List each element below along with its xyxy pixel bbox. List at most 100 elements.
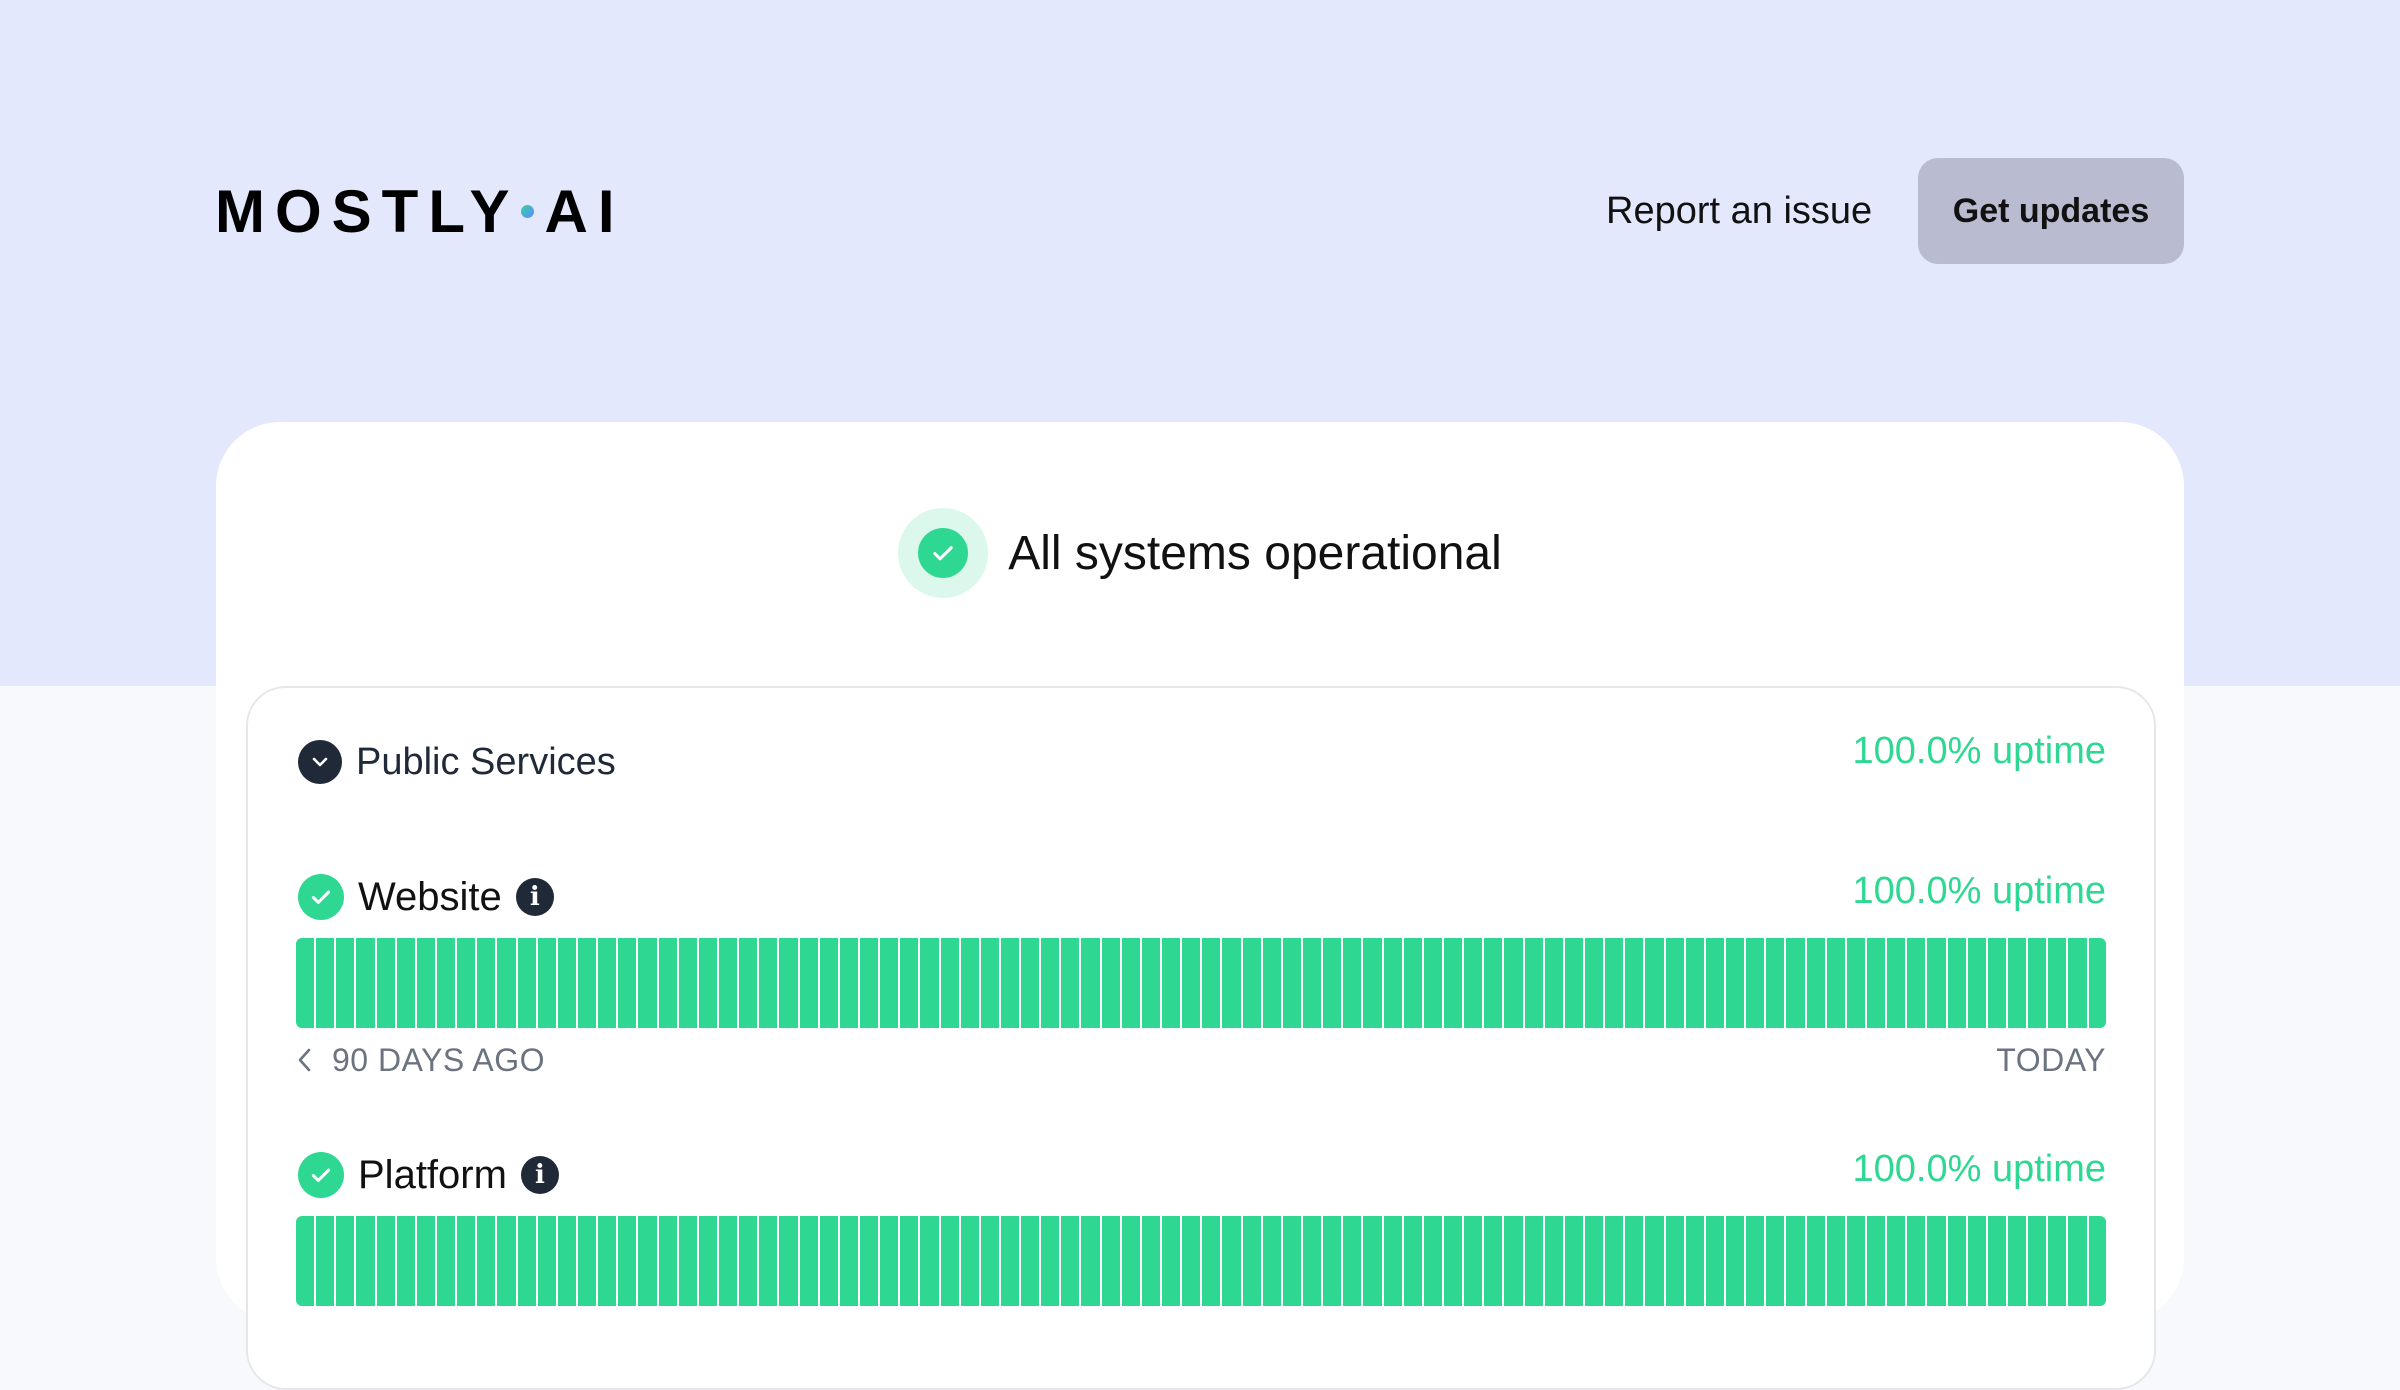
uptime-day-bar[interactable] [1403,1216,1422,1306]
uptime-day-bar[interactable] [557,938,576,1028]
chevron-down-icon[interactable] [298,740,342,784]
uptime-day-bar[interactable] [698,938,717,1028]
uptime-day-bar[interactable] [436,1216,456,1306]
uptime-day-bar[interactable] [658,1216,677,1306]
uptime-day-bar[interactable] [497,1216,516,1306]
uptime-day-bar[interactable] [557,1216,576,1306]
uptime-day-bar[interactable] [1464,938,1483,1028]
uptime-day-bar[interactable] [416,1216,435,1306]
uptime-day-bar[interactable] [2068,938,2087,1028]
uptime-day-bar[interactable] [1665,938,1684,1028]
info-icon[interactable]: i [520,1156,559,1194]
uptime-day-bar[interactable] [779,938,798,1028]
uptime-day-bar[interactable] [658,938,677,1028]
uptime-day-bar[interactable] [537,1216,556,1306]
uptime-day-bar[interactable] [477,1216,496,1306]
report-issue-link[interactable]: Report an issue [1606,186,1872,236]
group-toggle[interactable]: Public Services [298,738,616,786]
uptime-day-bar[interactable] [1927,1216,1946,1306]
uptime-day-bar[interactable] [1786,1216,1805,1306]
uptime-day-bar[interactable] [759,1216,778,1306]
uptime-day-bar[interactable] [1665,1216,1684,1306]
uptime-day-bar[interactable] [1746,1216,1765,1306]
uptime-day-bar[interactable] [1544,1216,1563,1306]
uptime-day-bar[interactable] [1625,938,1644,1028]
uptime-day-bar[interactable] [1041,938,1060,1028]
uptime-day-bar[interactable] [1705,938,1724,1028]
uptime-day-bar[interactable] [1121,938,1140,1028]
uptime-day-bar[interactable] [718,938,738,1028]
uptime-day-bar[interactable] [316,1216,335,1306]
uptime-day-bar[interactable] [1625,1216,1644,1306]
uptime-day-bar[interactable] [618,1216,637,1306]
uptime-day-bar[interactable] [376,938,395,1028]
uptime-day-bar[interactable] [1303,938,1322,1028]
uptime-day-bar[interactable] [477,938,496,1028]
uptime-day-bar[interactable] [336,938,355,1028]
uptime-day-bar[interactable] [356,1216,375,1306]
uptime-day-bar[interactable] [980,1216,999,1306]
uptime-day-bar[interactable] [1504,938,1523,1028]
uptime-day-bar[interactable] [1403,938,1422,1028]
info-icon[interactable]: i [515,878,554,916]
uptime-day-bar[interactable] [880,938,899,1028]
uptime-day-bar[interactable] [1524,1216,1543,1306]
uptime-day-bar[interactable] [1866,938,1886,1028]
uptime-day-bar[interactable] [618,938,637,1028]
uptime-day-bar[interactable] [1363,1216,1382,1306]
uptime-day-bar[interactable] [1484,1216,1503,1306]
uptime-day-bar[interactable] [1282,938,1302,1028]
uptime-day-bar[interactable] [839,1216,858,1306]
uptime-day-bar[interactable] [638,938,657,1028]
uptime-day-bar[interactable] [1504,1216,1523,1306]
uptime-day-bar[interactable] [1141,938,1161,1028]
uptime-day-bar[interactable] [1021,938,1040,1028]
uptime-day-bar[interactable] [1605,1216,1624,1306]
uptime-day-bar[interactable] [1101,1216,1120,1306]
uptime-day-bar[interactable] [396,938,415,1028]
uptime-day-bar[interactable] [1464,1216,1483,1306]
uptime-day-bar[interactable] [1645,1216,1664,1306]
mostly-ai-logo[interactable]: MOSTLY AI [215,178,624,245]
uptime-day-bar[interactable] [1927,938,1946,1028]
uptime-day-bar[interactable] [1887,1216,1906,1306]
uptime-day-bar[interactable] [638,1216,657,1306]
uptime-day-bar[interactable] [1685,938,1704,1028]
uptime-day-bar[interactable] [1444,1216,1463,1306]
uptime-day-bar[interactable] [2007,938,2027,1028]
uptime-day-bar[interactable] [1585,938,1604,1028]
uptime-day-bar[interactable] [1242,938,1261,1028]
uptime-day-bar[interactable] [1725,1216,1745,1306]
uptime-day-bar[interactable] [396,1216,415,1306]
uptime-day-bar[interactable] [900,938,919,1028]
uptime-day-bar[interactable] [416,938,435,1028]
uptime-day-bar[interactable] [1423,1216,1443,1306]
uptime-day-bar[interactable] [1826,1216,1845,1306]
uptime-day-bar[interactable] [356,938,375,1028]
uptime-day-bar[interactable] [1182,938,1201,1028]
uptime-day-bar[interactable] [296,1216,315,1306]
uptime-day-bar[interactable] [799,938,818,1028]
uptime-day-bar[interactable] [1081,938,1100,1028]
uptime-day-bar[interactable] [1343,938,1362,1028]
uptime-day-bar[interactable] [1585,1216,1604,1306]
uptime-day-bar[interactable] [1685,1216,1704,1306]
uptime-day-bar[interactable] [457,1216,476,1306]
uptime-day-bar[interactable] [900,1216,919,1306]
uptime-day-bar[interactable] [1363,938,1382,1028]
uptime-day-bar[interactable] [1645,938,1664,1028]
uptime-day-bar[interactable] [1262,938,1281,1028]
uptime-day-bar[interactable] [1524,938,1543,1028]
uptime-day-bar[interactable] [1605,938,1624,1028]
uptime-day-bar[interactable] [1323,1216,1342,1306]
uptime-day-bar[interactable] [1907,1216,1926,1306]
uptime-day-bar[interactable] [577,938,597,1028]
uptime-day-bar[interactable] [1182,1216,1201,1306]
uptime-day-bar[interactable] [920,938,939,1028]
uptime-day-bar[interactable] [1222,938,1241,1028]
uptime-day-bar[interactable] [1343,1216,1362,1306]
uptime-day-bar[interactable] [1000,938,1020,1028]
uptime-day-bar[interactable] [698,1216,717,1306]
uptime-day-bar[interactable] [376,1216,395,1306]
uptime-day-bar[interactable] [960,1216,979,1306]
